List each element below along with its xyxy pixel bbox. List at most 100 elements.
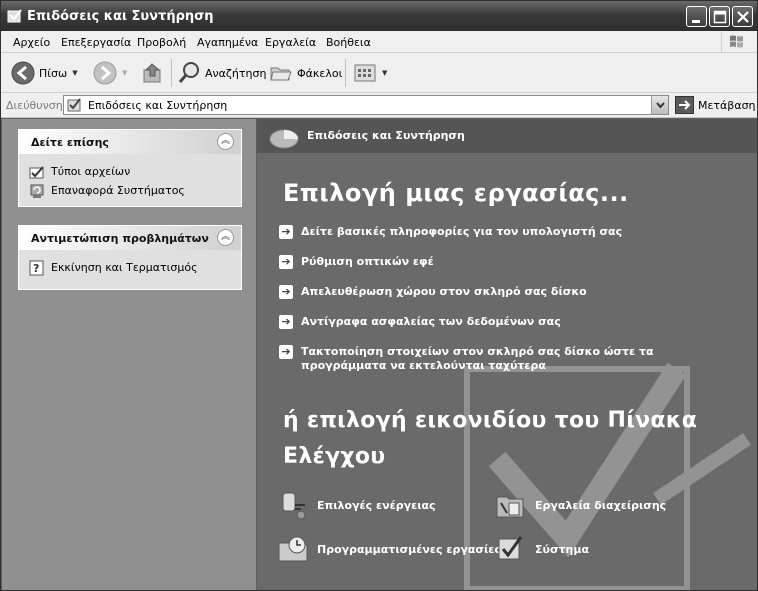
task-label: Δείτε βασικές πληροφορίες για τον υπολογ… <box>301 225 623 238</box>
see-also-title: Δείτε επίσης <box>31 136 109 149</box>
task-label: Ρύθμιση οπτικών εφέ <box>301 255 434 268</box>
collapse-icon[interactable]: ︽ <box>217 229 234 246</box>
svg-text:?: ? <box>33 262 39 275</box>
go-button[interactable]: Μετάβαση <box>675 96 756 114</box>
control-panel-item-scheduled-tasks[interactable]: Προγραμματισμένες εργασίες <box>277 533 501 565</box>
arrow-right-icon: ➔ <box>279 255 293 269</box>
troubleshoot-item-startup[interactable]: ? Εκκίνηση και Τερματισμός <box>29 258 241 277</box>
control-panel-item-label: Προγραμματισμένες εργασίες <box>317 542 501 556</box>
control-panel-item-system[interactable]: Σύστημα <box>495 533 589 565</box>
task-label: Τακτοποίηση στοιχείων στον σκληρό σας δί… <box>301 345 654 372</box>
menu-file[interactable]: Αρχείο <box>13 36 50 49</box>
back-label: Πίσω <box>39 66 68 80</box>
menu-view[interactable]: Προβολή <box>137 36 186 49</box>
folders-icon <box>270 67 292 81</box>
system-restore-icon <box>30 184 44 198</box>
see-also-body: Τύποι αρχείων Επαναφορά Συστήματος <box>19 154 241 206</box>
close-button[interactable] <box>732 6 753 27</box>
toolbar-separator <box>345 59 346 87</box>
troubleshoot-panel: Αντιμετώπιση προβλημάτων ︽ ? Εκκίνηση κα… <box>18 225 242 290</box>
address-bar: Διεύθυνση Επιδόσεις και Συντήρηση Μετάβα… <box>1 93 757 118</box>
back-dropdown-icon[interactable]: ▼ <box>72 69 77 77</box>
pick-task-heading: Επιλογή μιας εργασίας... <box>283 179 629 207</box>
control-panel-icon <box>67 98 81 112</box>
admin-tools-icon <box>496 496 524 518</box>
go-label: Μετάβαση <box>698 98 756 112</box>
pick-icon-heading: ή επιλογή εικονιδίου του Πίνακα Ελέγχου <box>283 408 698 469</box>
category-title: Επιδόσεις και Συντήρηση <box>307 129 465 142</box>
forward-arrow-icon <box>93 61 117 85</box>
maximize-icon <box>713 10 727 24</box>
views-dropdown-icon[interactable]: ▼ <box>382 69 387 77</box>
system-icon <box>498 536 523 560</box>
close-icon <box>737 11 749 23</box>
address-dropdown-button[interactable] <box>651 96 668 114</box>
window-app-icon <box>7 9 22 23</box>
menu-tools[interactable]: Εργαλεία <box>265 36 316 49</box>
arrow-right-icon: ➔ <box>279 315 293 329</box>
collapse-icon[interactable]: ︽ <box>217 133 234 150</box>
task-link[interactable]: ➔ Αντίγραφα ασφαλείας των δεδομένων σας <box>279 315 721 329</box>
back-arrow-icon <box>11 61 35 85</box>
task-label: Αντίγραφα ασφαλείας των δεδομένων σας <box>301 315 561 328</box>
control-panel-item-admin-tools[interactable]: Εργαλεία διαχείρισης <box>495 489 666 521</box>
menu-favorites[interactable]: Αγαπημένα <box>197 36 258 49</box>
maximize-button[interactable] <box>709 6 730 27</box>
title-bar[interactable]: Επιδόσεις και Συντήρηση <box>1 1 757 31</box>
troubleshoot-item-label: Εκκίνηση και Τερματισμός <box>51 261 198 274</box>
scheduled-tasks-icon <box>278 536 308 562</box>
menu-bar: Αρχείο Επεξεργασία Προβολή Αγαπημένα Εργ… <box>1 31 757 53</box>
up-folder-icon <box>143 63 161 83</box>
file-types-icon <box>29 165 44 178</box>
toolbar-separator <box>171 59 172 87</box>
arrow-right-icon: ➔ <box>279 345 293 359</box>
task-pane: Δείτε επίσης ︽ Τύποι αρχείων Επαναφορά Σ… <box>2 119 256 590</box>
task-link[interactable]: ➔ Απελευθέρωση χώρου στον σκληρό σας δίσ… <box>279 285 721 299</box>
address-label: Διεύθυνση <box>6 99 63 112</box>
see-also-item-label: Τύποι αρχείων <box>51 165 131 178</box>
troubleshoot-header[interactable]: Αντιμετώπιση προβλημάτων ︽ <box>19 226 241 250</box>
arrow-right-icon: ➔ <box>279 285 293 299</box>
see-also-panel: Δείτε επίσης ︽ Τύποι αρχείων Επαναφορά Σ… <box>18 129 242 207</box>
back-button[interactable]: Πίσω ▼ <box>11 61 78 85</box>
views-icon <box>354 64 376 82</box>
address-value: Επιδόσεις και Συντήρηση <box>88 99 228 112</box>
task-link[interactable]: ➔ Δείτε βασικές πληροφορίες για τον υπολ… <box>279 225 721 239</box>
help-icon: ? <box>29 260 44 275</box>
performance-pie-icon <box>269 129 299 149</box>
task-link[interactable]: ➔ Ρύθμιση οπτικών εφέ <box>279 255 721 269</box>
category-header: Επιδόσεις και Συντήρηση <box>257 119 757 153</box>
control-panel-item-power[interactable]: Επιλογές ενέργειας <box>277 489 436 521</box>
up-folder-button[interactable] <box>141 61 165 85</box>
menu-edit[interactable]: Επεξεργασία <box>61 36 131 49</box>
toolbar: Πίσω ▼ ▼ Αναζήτηση Φάκελοι ▼ <box>1 53 757 93</box>
forward-button[interactable]: ▼ <box>93 61 127 85</box>
windows-logo-icon <box>721 32 749 52</box>
minimize-icon <box>692 20 700 23</box>
task-label: Απελευθέρωση χώρου στον σκληρό σας δίσκο <box>301 285 587 298</box>
address-field[interactable]: Επιδόσεις και Συντήρηση <box>63 95 669 115</box>
control-panel-item-label: Σύστημα <box>535 542 590 556</box>
window-title: Επιδόσεις και Συντήρηση <box>27 9 214 24</box>
window: Επιδόσεις και Συντήρηση Αρχείο Επεξεργασ… <box>0 0 758 591</box>
troubleshoot-body: ? Εκκίνηση και Τερματισμός <box>19 250 241 289</box>
go-arrow-icon <box>675 96 694 114</box>
see-also-item-system-restore[interactable]: Επαναφορά Συστήματος <box>29 181 241 200</box>
control-panel-item-label: Εργαλεία διαχείρισης <box>535 498 667 512</box>
arrow-right-icon: ➔ <box>279 225 293 239</box>
troubleshoot-title: Αντιμετώπιση προβλημάτων <box>31 232 209 245</box>
control-panel-item-label: Επιλογές ενέργειας <box>317 498 436 512</box>
search-button[interactable]: Αναζήτηση <box>177 61 266 85</box>
task-link[interactable]: ➔ Τακτοποίηση στοιχείων στον σκληρό σας … <box>279 345 721 373</box>
folders-label: Φάκελοι <box>297 66 343 80</box>
minimize-button[interactable] <box>686 6 707 27</box>
see-also-item-file-types[interactable]: Τύποι αρχείων <box>29 162 241 181</box>
views-button[interactable]: ▼ <box>353 61 387 85</box>
see-also-header[interactable]: Δείτε επίσης ︽ <box>19 130 241 154</box>
menu-help[interactable]: Βοήθεια <box>326 36 371 49</box>
see-also-item-label: Επαναφορά Συστήματος <box>51 184 185 197</box>
main-content: Επιδόσεις και Συντήρηση Επιλογή μιας εργ… <box>257 119 757 590</box>
search-label: Αναζήτηση <box>205 66 267 80</box>
folders-button[interactable]: Φάκελοι <box>269 61 342 85</box>
forward-dropdown-icon[interactable]: ▼ <box>122 69 127 77</box>
